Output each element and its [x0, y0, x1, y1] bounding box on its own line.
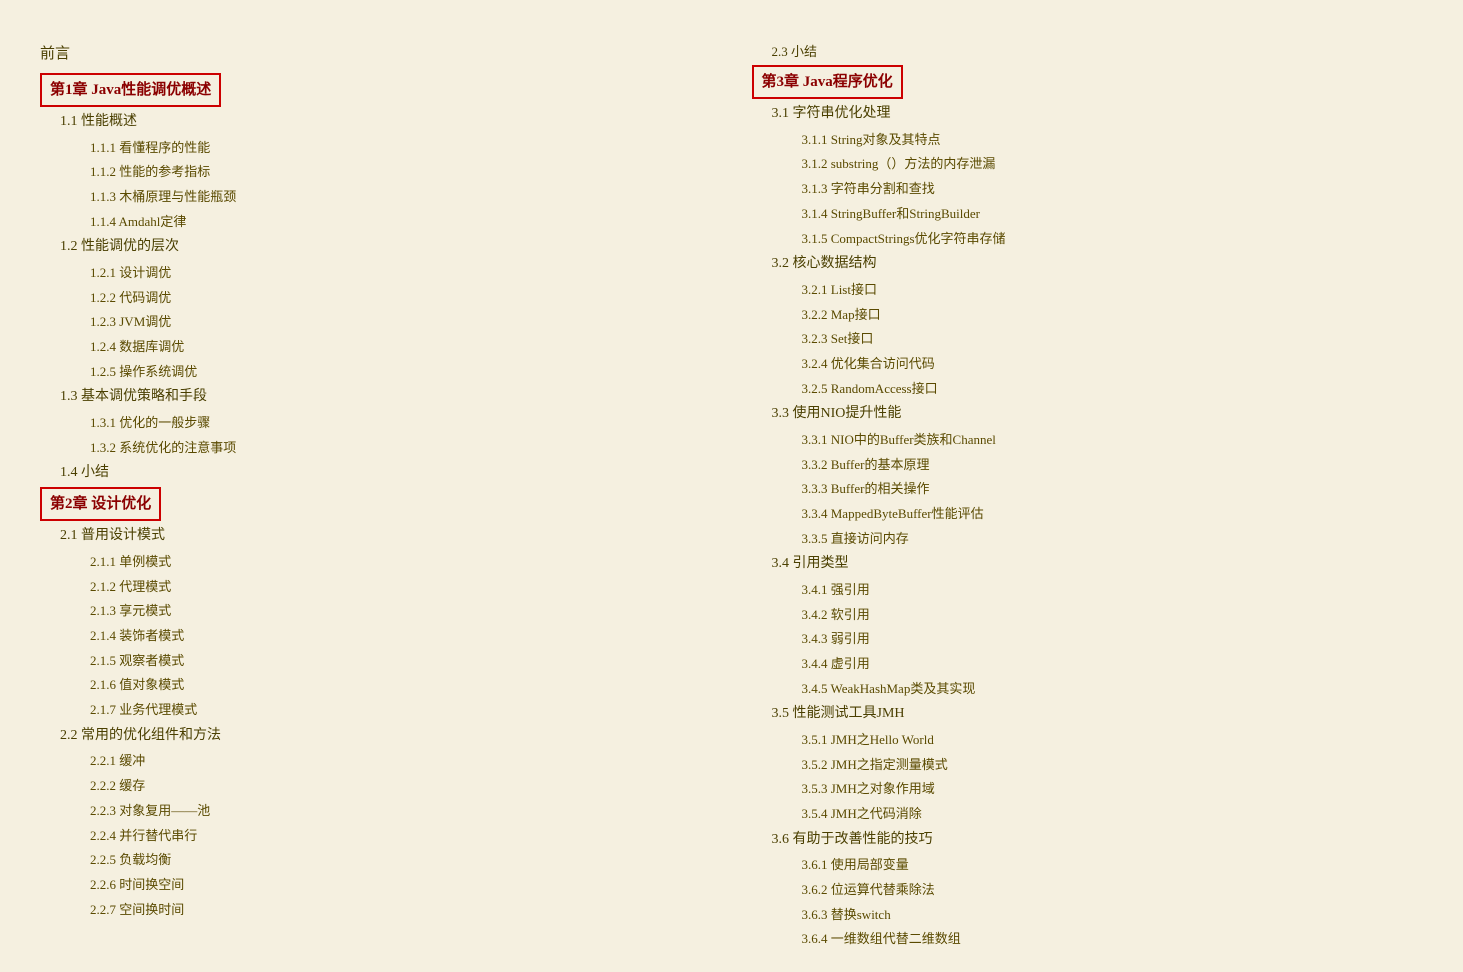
toc-item: 2.1.3 享元模式: [40, 599, 712, 624]
toc-item: 1.1.2 性能的参考指标: [40, 160, 712, 185]
toc-item: 2.2.7 空间换时间: [40, 898, 712, 923]
toc-item: 2.2 常用的优化组件和方法: [40, 723, 712, 750]
toc-item: 2.2.2 缓存: [40, 774, 712, 799]
toc-item: 1.1 性能概述: [40, 109, 712, 136]
toc-item: 2.1.7 业务代理模式: [40, 698, 712, 723]
toc-item: 2.2.6 时间换空间: [40, 873, 712, 898]
toc-item: 1.3.1 优化的一般步骤: [40, 411, 712, 436]
toc-item: 1.3.2 系统优化的注意事项: [40, 436, 712, 461]
toc-item: 3.3.5 直接访问内存: [752, 527, 1424, 552]
toc-item: 第3章 Java程序优化: [752, 65, 1424, 102]
toc-item: 3.5.2 JMH之指定测量模式: [752, 753, 1424, 778]
toc-item: 3.2.1 List接口: [752, 278, 1424, 303]
toc-item: 第1章 Java性能调优概述: [40, 73, 712, 110]
toc-item: 3.5.3 JMH之对象作用域: [752, 777, 1424, 802]
toc-item: 第2章 设计优化: [40, 487, 712, 524]
toc-item: 1.2.4 数据库调优: [40, 335, 712, 360]
toc-item: 3.4 引用类型: [752, 551, 1424, 578]
toc-item: 前言: [40, 40, 712, 69]
toc-item: 3.3.3 Buffer的相关操作: [752, 477, 1424, 502]
toc-item: 2.1.4 装饰者模式: [40, 624, 712, 649]
toc-item: 1.2.3 JVM调优: [40, 310, 712, 335]
toc-item: 3.4.4 虚引用: [752, 652, 1424, 677]
toc-item: 3.5.4 JMH之代码消除: [752, 802, 1424, 827]
toc-item: 3.4.1 强引用: [752, 578, 1424, 603]
toc-item: 3.3.2 Buffer的基本原理: [752, 453, 1424, 478]
toc-item: 2.1.1 单例模式: [40, 550, 712, 575]
toc-item: 3.6.2 位运算代替乘除法: [752, 878, 1424, 903]
toc-item: 3.6.4 一维数组代替二维数组: [752, 927, 1424, 952]
toc-item: 3.6.3 替换switch: [752, 903, 1424, 928]
toc-item: 3.1.3 字符串分割和查找: [752, 177, 1424, 202]
toc-item: 2.3 小结: [752, 40, 1424, 65]
toc-item: 3.5 性能测试工具JMH: [752, 701, 1424, 728]
toc-item: 1.2.5 操作系统调优: [40, 360, 712, 385]
toc-item: 1.1.3 木桶原理与性能瓶颈: [40, 185, 712, 210]
toc-item: 1.2.1 设计调优: [40, 261, 712, 286]
toc-item: 2.2.5 负载均衡: [40, 848, 712, 873]
toc-item: 1.1.4 Amdahl定律: [40, 210, 712, 235]
toc-item: 3.4.2 软引用: [752, 603, 1424, 628]
toc-item: 3.6 有助于改善性能的技巧: [752, 827, 1424, 854]
toc-item: 3.5.1 JMH之Hello World: [752, 728, 1424, 753]
toc-item: 3.4.5 WeakHashMap类及其实现: [752, 677, 1424, 702]
toc-item: 1.3 基本调优策略和手段: [40, 384, 712, 411]
toc-item: 3.1 字符串优化处理: [752, 101, 1424, 128]
toc-item: 3.3 使用NIO提升性能: [752, 401, 1424, 428]
toc-item: 3.2.2 Map接口: [752, 303, 1424, 328]
toc-item: 2.1.6 值对象模式: [40, 673, 712, 698]
toc-item: 3.3.1 NIO中的Buffer类族和Channel: [752, 428, 1424, 453]
toc-item: 3.1.2 substring（）方法的内存泄漏: [752, 152, 1424, 177]
toc-item: 2.2.3 对象复用——池: [40, 799, 712, 824]
toc-item: 2.1 普用设计模式: [40, 523, 712, 550]
toc-item: 3.1.4 StringBuffer和StringBuilder: [752, 202, 1424, 227]
toc-item: 2.1.2 代理模式: [40, 575, 712, 600]
toc-item: 3.2.5 RandomAccess接口: [752, 377, 1424, 402]
toc-item: 3.2.3 Set接口: [752, 327, 1424, 352]
toc-item: 2.2.4 并行替代串行: [40, 824, 712, 849]
toc-item: 2.2.1 缓冲: [40, 749, 712, 774]
toc-item: 1.1.1 看懂程序的性能: [40, 136, 712, 161]
toc-item: 1.2 性能调优的层次: [40, 234, 712, 261]
toc-item: 3.1.1 String对象及其特点: [752, 128, 1424, 153]
toc-item: 1.2.2 代码调优: [40, 286, 712, 311]
toc-item: 3.2 核心数据结构: [752, 251, 1424, 278]
toc-item: 2.1.5 观察者模式: [40, 649, 712, 674]
toc-item: 3.2.4 优化集合访问代码: [752, 352, 1424, 377]
toc-item: 3.4.3 弱引用: [752, 627, 1424, 652]
toc-item: 3.3.4 MappedByteBuffer性能评估: [752, 502, 1424, 527]
toc-item: 1.4 小结: [40, 460, 712, 487]
toc-item: 3.6.1 使用局部变量: [752, 853, 1424, 878]
right-column: 2.3 小结第3章 Java程序优化3.1 字符串优化处理3.1.1 Strin…: [752, 40, 1424, 952]
left-column: 前言第1章 Java性能调优概述1.1 性能概述1.1.1 看懂程序的性能1.1…: [40, 40, 712, 952]
toc-item: 3.1.5 CompactStrings优化字符串存储: [752, 227, 1424, 252]
